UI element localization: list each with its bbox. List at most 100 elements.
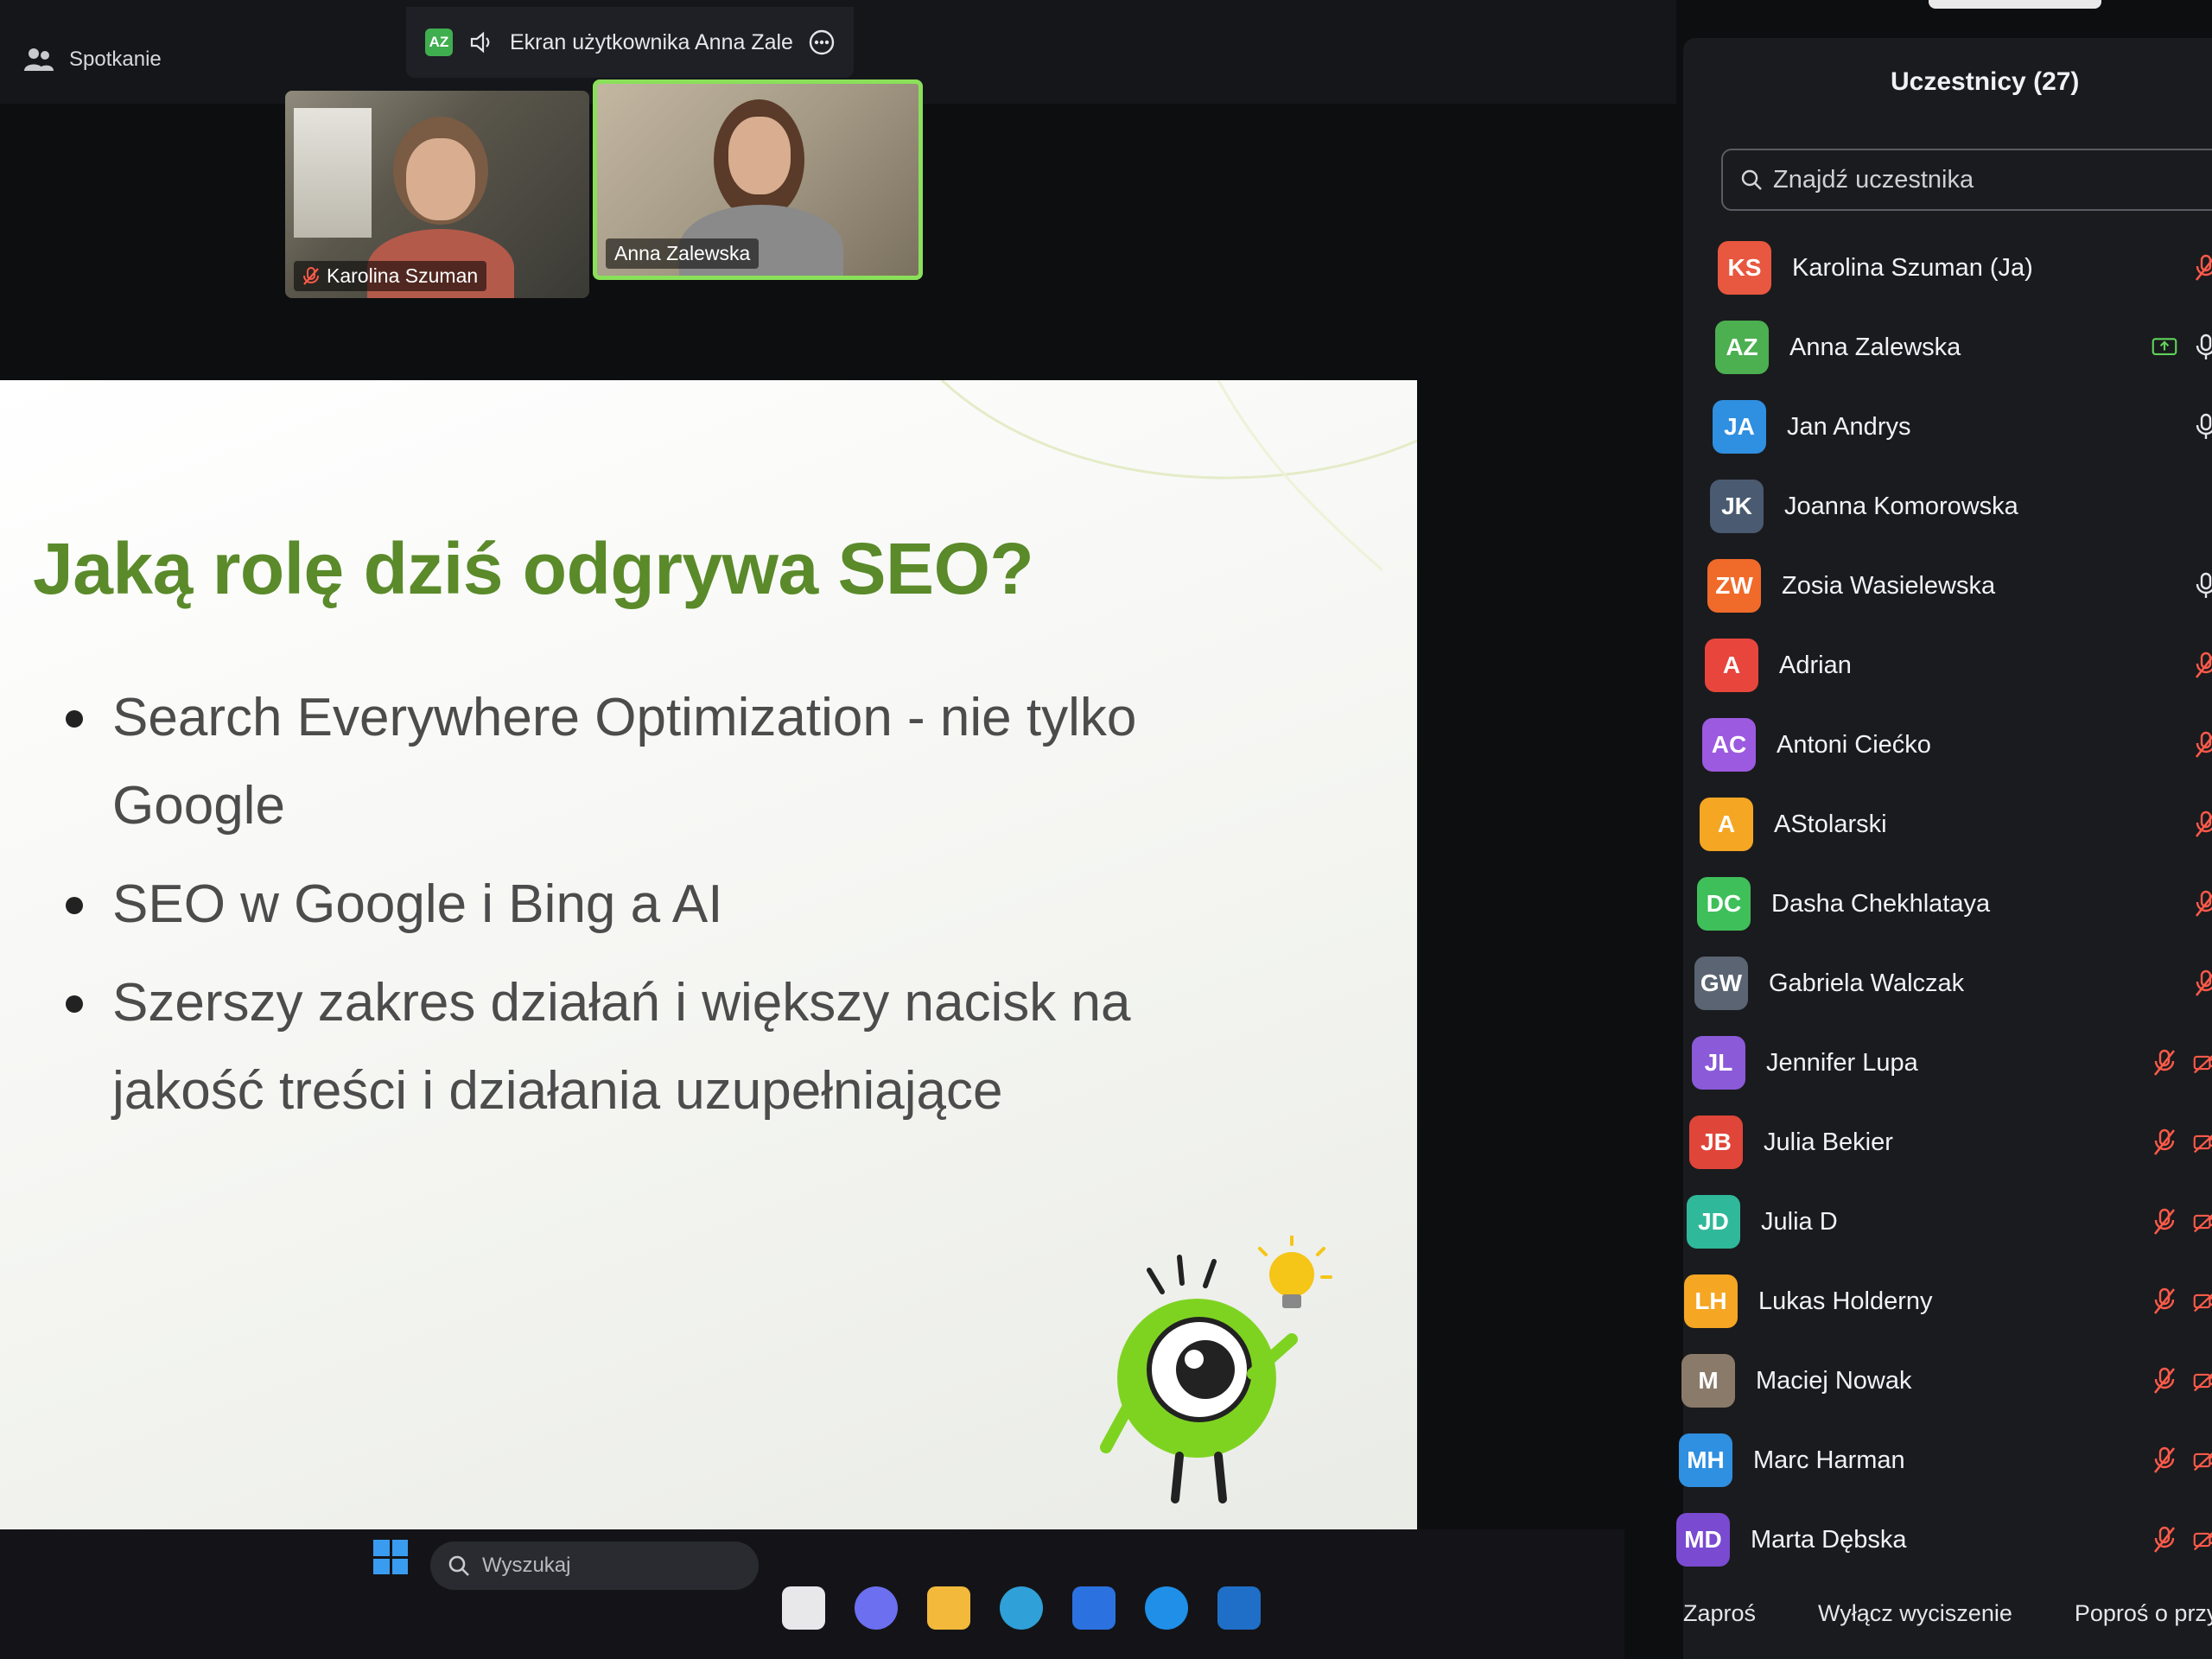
participant-name: Adrian bbox=[1779, 651, 1852, 679]
participant-avatar: DC bbox=[1697, 877, 1751, 931]
edge-browser-icon[interactable] bbox=[1000, 1586, 1043, 1630]
participant-name: Marta Dębska bbox=[1751, 1525, 1907, 1554]
video-name: Karolina Szuman bbox=[327, 264, 479, 287]
mic-muted-icon[interactable] bbox=[2152, 1049, 2177, 1077]
mic-muted-icon bbox=[302, 266, 320, 286]
participant-name: Lukas Holderny bbox=[1758, 1287, 1933, 1315]
participant-row[interactable]: KS Karolina Szuman (Ja) bbox=[1718, 228, 2212, 308]
participant-name: Jan Andrys bbox=[1787, 412, 1911, 441]
participant-row[interactable]: GW Gabriela Walczak bbox=[1694, 944, 2212, 1023]
participant-avatar: JK bbox=[1710, 480, 1764, 533]
participant-avatar: GW bbox=[1694, 957, 1748, 1010]
mic-muted-icon[interactable] bbox=[2152, 1128, 2177, 1156]
participant-status bbox=[2193, 731, 2212, 759]
participant-row[interactable]: LH Lukas Holderny bbox=[1684, 1262, 2212, 1341]
share-text: Ekran użytkownika Anna Zale bbox=[510, 29, 793, 54]
participant-row[interactable]: DC Dasha Chekhlataya bbox=[1697, 864, 2212, 944]
participant-name: Gabriela Walczak bbox=[1769, 969, 1965, 997]
mic-muted-icon[interactable] bbox=[2193, 254, 2212, 282]
mic-muted-icon[interactable] bbox=[2152, 1446, 2177, 1474]
participant-name: Maciej Nowak bbox=[1756, 1366, 1912, 1395]
taskbar-search-placeholder: Wyszukaj bbox=[482, 1554, 571, 1577]
participant-avatar: AZ bbox=[1715, 321, 1769, 374]
video-tile-karolina[interactable]: Karolina Szuman bbox=[285, 91, 589, 298]
participant-avatar: LH bbox=[1684, 1274, 1738, 1328]
mic-muted-icon[interactable] bbox=[2152, 1287, 2177, 1315]
video-tile-anna[interactable]: Anna Zalewska bbox=[593, 79, 923, 280]
participant-row[interactable]: JK Joanna Komorowska bbox=[1710, 467, 2212, 546]
participant-search-input[interactable] bbox=[1773, 165, 2188, 194]
participant-row[interactable]: A AStolarski bbox=[1700, 785, 2212, 864]
participant-status bbox=[2152, 1287, 2212, 1315]
participant-status bbox=[2193, 890, 2212, 918]
invite-button[interactable]: Zaproś bbox=[1683, 1600, 1756, 1627]
task-view-icon[interactable] bbox=[782, 1586, 825, 1630]
participant-avatar: A bbox=[1700, 798, 1753, 851]
participant-row[interactable]: AZ Anna Zalewska bbox=[1715, 308, 2212, 387]
mic-muted-icon[interactable] bbox=[2152, 1208, 2177, 1236]
participant-row[interactable]: JD Julia D bbox=[1687, 1182, 2212, 1262]
camera-off-icon bbox=[2193, 1367, 2212, 1395]
mic-muted-icon[interactable] bbox=[2193, 810, 2212, 838]
slide-title: Jaką rolę dziś odgrywa SEO? bbox=[33, 528, 1034, 609]
mic-icon[interactable] bbox=[2193, 413, 2212, 441]
windows-start-icon[interactable] bbox=[373, 1540, 408, 1574]
participant-status bbox=[2152, 1526, 2212, 1554]
meeting-label-text: Spotkanie bbox=[69, 48, 162, 71]
participant-search[interactable] bbox=[1721, 149, 2212, 211]
participant-row[interactable]: JL Jennifer Lupa bbox=[1692, 1023, 2212, 1103]
search-icon bbox=[1740, 168, 1763, 191]
mic-icon[interactable] bbox=[2193, 334, 2212, 361]
participant-row[interactable]: ZW Zosia Wasielewska bbox=[1707, 546, 2212, 626]
participant-status bbox=[2152, 1128, 2212, 1156]
participant-row[interactable]: M Maciej Nowak bbox=[1681, 1341, 2212, 1421]
file-explorer-icon[interactable] bbox=[927, 1586, 970, 1630]
teams-chat-icon[interactable] bbox=[855, 1586, 898, 1630]
top-control-pill[interactable] bbox=[1929, 0, 2101, 9]
participant-avatar: ZW bbox=[1707, 559, 1761, 613]
participant-avatar: JA bbox=[1713, 400, 1766, 454]
taskbar-apps bbox=[782, 1586, 1261, 1630]
participant-avatar: M bbox=[1681, 1354, 1735, 1408]
taskbar-search[interactable]: Wyszukaj bbox=[430, 1541, 759, 1590]
participants-title: Uczestnicy (27) bbox=[1891, 67, 2080, 96]
mic-muted-icon[interactable] bbox=[2152, 1367, 2177, 1395]
participants-list: KS Karolina Szuman (Ja) AZ Anna Zalewska JA J… bbox=[1676, 228, 2212, 1580]
mic-muted-icon[interactable] bbox=[2193, 890, 2212, 918]
meeting-label[interactable]: Spotkanie bbox=[24, 47, 162, 73]
video-name-tag: Karolina Szuman bbox=[294, 261, 487, 291]
skype-icon[interactable] bbox=[1145, 1586, 1188, 1630]
people-icon bbox=[24, 47, 54, 73]
ask-to-unmute-button[interactable]: Poproś o przywró bbox=[2075, 1600, 2212, 1627]
participant-row[interactable]: MH Marc Harman bbox=[1679, 1421, 2212, 1500]
participant-avatar: A bbox=[1705, 639, 1758, 692]
participant-status bbox=[2152, 1446, 2212, 1474]
camera-off-icon bbox=[2193, 1526, 2212, 1554]
participant-row[interactable]: JA Jan Andrys bbox=[1713, 387, 2212, 467]
screen-share-bar[interactable]: AZ Ekran użytkownika Anna Zale bbox=[406, 7, 854, 78]
store-icon[interactable] bbox=[1072, 1586, 1116, 1630]
camera-off-icon bbox=[2193, 1208, 2212, 1236]
speaker-icon[interactable] bbox=[468, 29, 494, 55]
participant-row[interactable]: A Adrian bbox=[1705, 626, 2212, 705]
mic-icon[interactable] bbox=[2193, 572, 2212, 600]
participant-row[interactable]: AC Antoni Ciećko bbox=[1702, 705, 2212, 785]
camera-off-icon bbox=[2193, 1049, 2212, 1077]
mic-muted-icon[interactable] bbox=[2193, 731, 2212, 759]
mic-muted-icon[interactable] bbox=[2152, 1526, 2177, 1554]
participant-name: Julia Bekier bbox=[1764, 1128, 1893, 1156]
participant-name: Marc Harman bbox=[1753, 1446, 1905, 1474]
participant-status bbox=[2152, 1049, 2212, 1077]
outlook-icon[interactable] bbox=[1217, 1586, 1261, 1630]
participant-status bbox=[2193, 254, 2212, 282]
mic-muted-icon[interactable] bbox=[2193, 969, 2212, 997]
eye-mascot-icon bbox=[1100, 1236, 1332, 1503]
participant-avatar: JB bbox=[1689, 1116, 1743, 1169]
background-window bbox=[294, 108, 372, 238]
participant-row[interactable]: JB Julia Bekier bbox=[1689, 1103, 2212, 1182]
participant-name: Anna Zalewska bbox=[1789, 333, 1961, 361]
unmute-all-button[interactable]: Wyłącz wyciszenie bbox=[1818, 1600, 2012, 1627]
more-options-icon[interactable] bbox=[809, 29, 835, 55]
participants-footer: Zaproś Wyłącz wyciszenie Poproś o przywr… bbox=[1683, 1567, 2212, 1659]
mic-muted-icon[interactable] bbox=[2193, 652, 2212, 679]
